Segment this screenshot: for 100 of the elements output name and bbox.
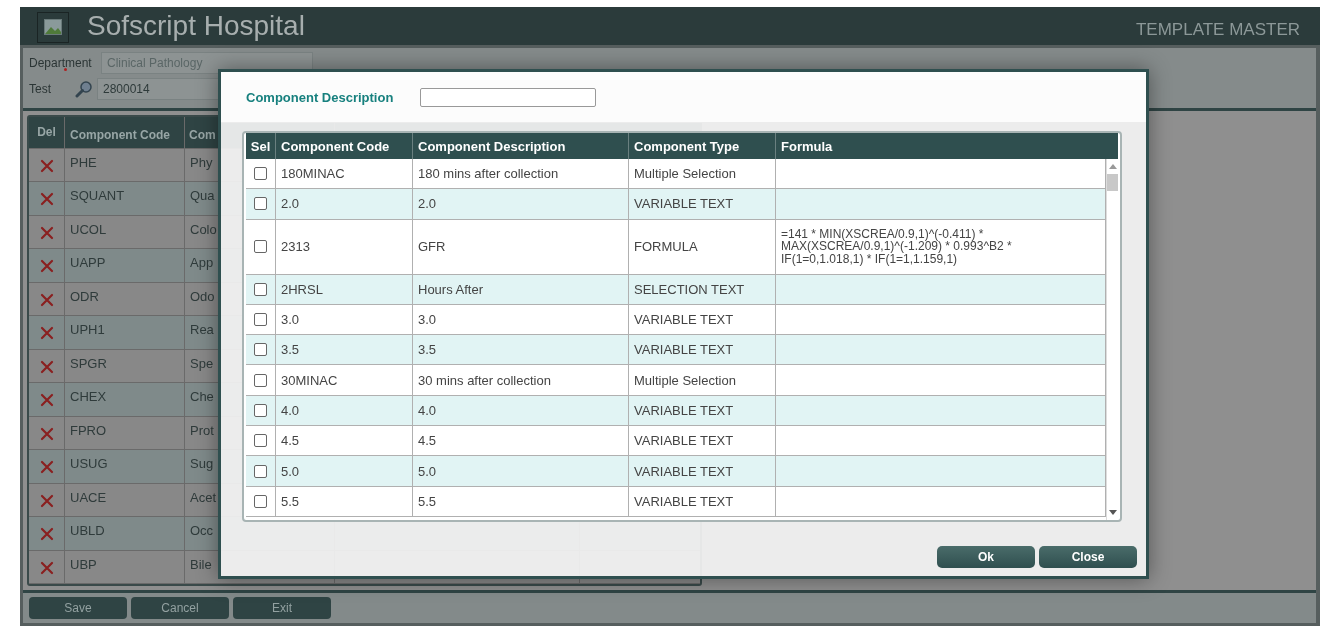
table-cell: 2HRSL [276, 274, 413, 304]
table-cell: 180 mins after collection [413, 159, 629, 189]
table-cell: 30MINAC [276, 365, 413, 395]
table-row[interactable]: 3.5 3.5 VARIABLE TEXT [246, 335, 1106, 366]
table-cell: Prot [190, 422, 214, 438]
table-row[interactable]: 3.0 3.0 VARIABLE TEXT [246, 304, 1106, 336]
delete-icon[interactable] [39, 292, 54, 307]
table-cell: Spe [190, 355, 214, 371]
checkbox[interactable] [254, 494, 267, 508]
screen-title: TEMPLATE MASTER [1135, 19, 1300, 40]
checkbox[interactable] [254, 282, 267, 296]
delete-icon[interactable] [39, 560, 54, 575]
action-button[interactable]: Cancel [131, 597, 229, 619]
table-cell: VARIABLE TEXT [629, 456, 776, 486]
search-icon[interactable] [75, 79, 93, 98]
dialog-button[interactable]: Close [1039, 546, 1137, 568]
table-cell: 5.0 [413, 456, 629, 486]
table-row[interactable]: 5.5 5.5 VARIABLE TEXT [246, 486, 1106, 517]
table-row[interactable]: 2313 GFR FORMULA =141 * MIN(XSCREA/0.9,1)^(-0.411) * MAX(XSCREA/0.9,1)^(-1.209) * 0.993^B2 * IF(1=0,1.018,1) * IF(1=1,1.159,1) [246, 219, 1106, 275]
table-row[interactable]: 4.0 4.0 VARIABLE TEXT [246, 395, 1106, 427]
column-header: Del [29, 116, 65, 148]
delete-icon[interactable] [39, 393, 54, 407]
delete-icon[interactable] [39, 158, 54, 173]
table-cell: 2.0 [413, 189, 629, 219]
scrollbar-thumb[interactable] [1107, 174, 1118, 191]
table-cell: Bile [190, 556, 212, 572]
delete-icon[interactable] [39, 192, 54, 206]
delete-icon[interactable] [39, 225, 54, 240]
table-cell: 2.0 [276, 189, 413, 219]
table-cell: VARIABLE TEXT [629, 304, 776, 335]
table-cell: 4.5 [276, 426, 413, 456]
checkbox[interactable] [254, 373, 267, 387]
table-cell: ODR [65, 282, 185, 315]
table-row[interactable]: 2.0 2.0 VARIABLE TEXT [246, 189, 1106, 220]
table-cell: VARIABLE TEXT [629, 335, 776, 365]
table-cell: FORMULA [629, 219, 776, 274]
filter-field[interactable] [420, 87, 597, 107]
table-cell: Occ [190, 523, 214, 538]
app-title: Sofscript Hospital [87, 9, 305, 42]
table-cell: VARIABLE TEXT [629, 486, 776, 516]
delete-icon[interactable] [39, 426, 54, 441]
table-cell: Multiple Selection [629, 365, 776, 395]
checkbox[interactable] [254, 313, 267, 327]
table-cell: 5.5 [276, 486, 413, 516]
column-header: Component Code [65, 116, 185, 148]
table-cell: SPGR [65, 349, 185, 382]
broken-image-icon [37, 11, 69, 43]
table-cell: UPH1 [65, 316, 185, 349]
table-cell: VARIABLE TEXT [629, 395, 776, 426]
table-row[interactable]: 2HRSL Hours After SELECTION TEXT [246, 274, 1106, 305]
table-cell: UBLD [65, 517, 185, 550]
table-cell: SQUANT [65, 182, 185, 215]
checkbox[interactable] [254, 434, 267, 448]
delete-icon[interactable] [39, 460, 54, 474]
table-cell: 4.0 [413, 395, 629, 426]
table-cell: 3.5 [413, 335, 629, 365]
column-header: Formula [780, 137, 834, 156]
table-cell: CHEX [65, 383, 185, 416]
table-cell: USUG [65, 450, 185, 483]
table-cell: Odo [190, 288, 215, 304]
table-cell: 3.5 [276, 335, 413, 365]
checkbox[interactable] [254, 343, 267, 357]
delete-icon[interactable] [39, 493, 54, 508]
table-row[interactable]: 4.5 4.5 VARIABLE TEXT [246, 426, 1106, 457]
action-button[interactable]: Save [29, 597, 127, 619]
table-cell: Acet [190, 489, 216, 505]
table-cell: 5.0 [276, 456, 413, 486]
delete-icon[interactable] [39, 359, 54, 374]
table-cell: Colo [190, 221, 217, 237]
table-cell: UAPP [65, 249, 185, 282]
delete-icon[interactable] [39, 527, 54, 541]
table-cell: UACE [65, 483, 185, 516]
table-cell: VARIABLE TEXT [629, 189, 776, 219]
scrollbar[interactable] [1106, 159, 1118, 520]
scroll-down-icon[interactable] [1108, 510, 1117, 515]
checkbox[interactable] [254, 167, 267, 181]
action-button[interactable]: Exit [233, 597, 331, 619]
table-cell-text: =141 * MIN(XSCREA/0.9,1)^(-0.411) * MAX(XSCREA/0.9,1)^(-1.209) * 0.993^B2 * IF(1=0,1.018,1) * IF(1=1,1.159,1) [781, 227, 1013, 266]
table-cell: UCOL [65, 215, 185, 248]
checkbox[interactable] [254, 464, 267, 478]
checkbox[interactable] [254, 403, 267, 417]
dialog-button[interactable]: Ok [937, 546, 1035, 568]
table-row[interactable]: 5.0 5.0 VARIABLE TEXT [246, 456, 1106, 487]
table-row[interactable]: 30MINAC 30 mins after collection Multiple Selection [246, 365, 1106, 396]
scroll-up-icon[interactable] [1108, 164, 1117, 169]
table-cell: Sug [190, 456, 214, 471]
table-cell: SELECTION TEXT [629, 274, 776, 304]
table-cell: FPRO [65, 416, 185, 449]
delete-icon[interactable] [39, 259, 54, 273]
checkbox[interactable] [254, 240, 267, 254]
checkbox[interactable] [254, 197, 267, 211]
table-cell: 30 mins after collection [413, 365, 629, 395]
delete-icon[interactable] [39, 326, 54, 340]
table-cell: Che [190, 389, 214, 404]
table-cell: 2313 [276, 219, 413, 274]
table-cell: Phy [190, 154, 213, 170]
test-label: Test [29, 81, 52, 96]
table-cell: 180MINAC [276, 159, 413, 189]
table-row[interactable]: 180MINAC 180 mins after collection Multiple Selection [246, 159, 1106, 190]
table-cell: Rea [190, 322, 214, 337]
